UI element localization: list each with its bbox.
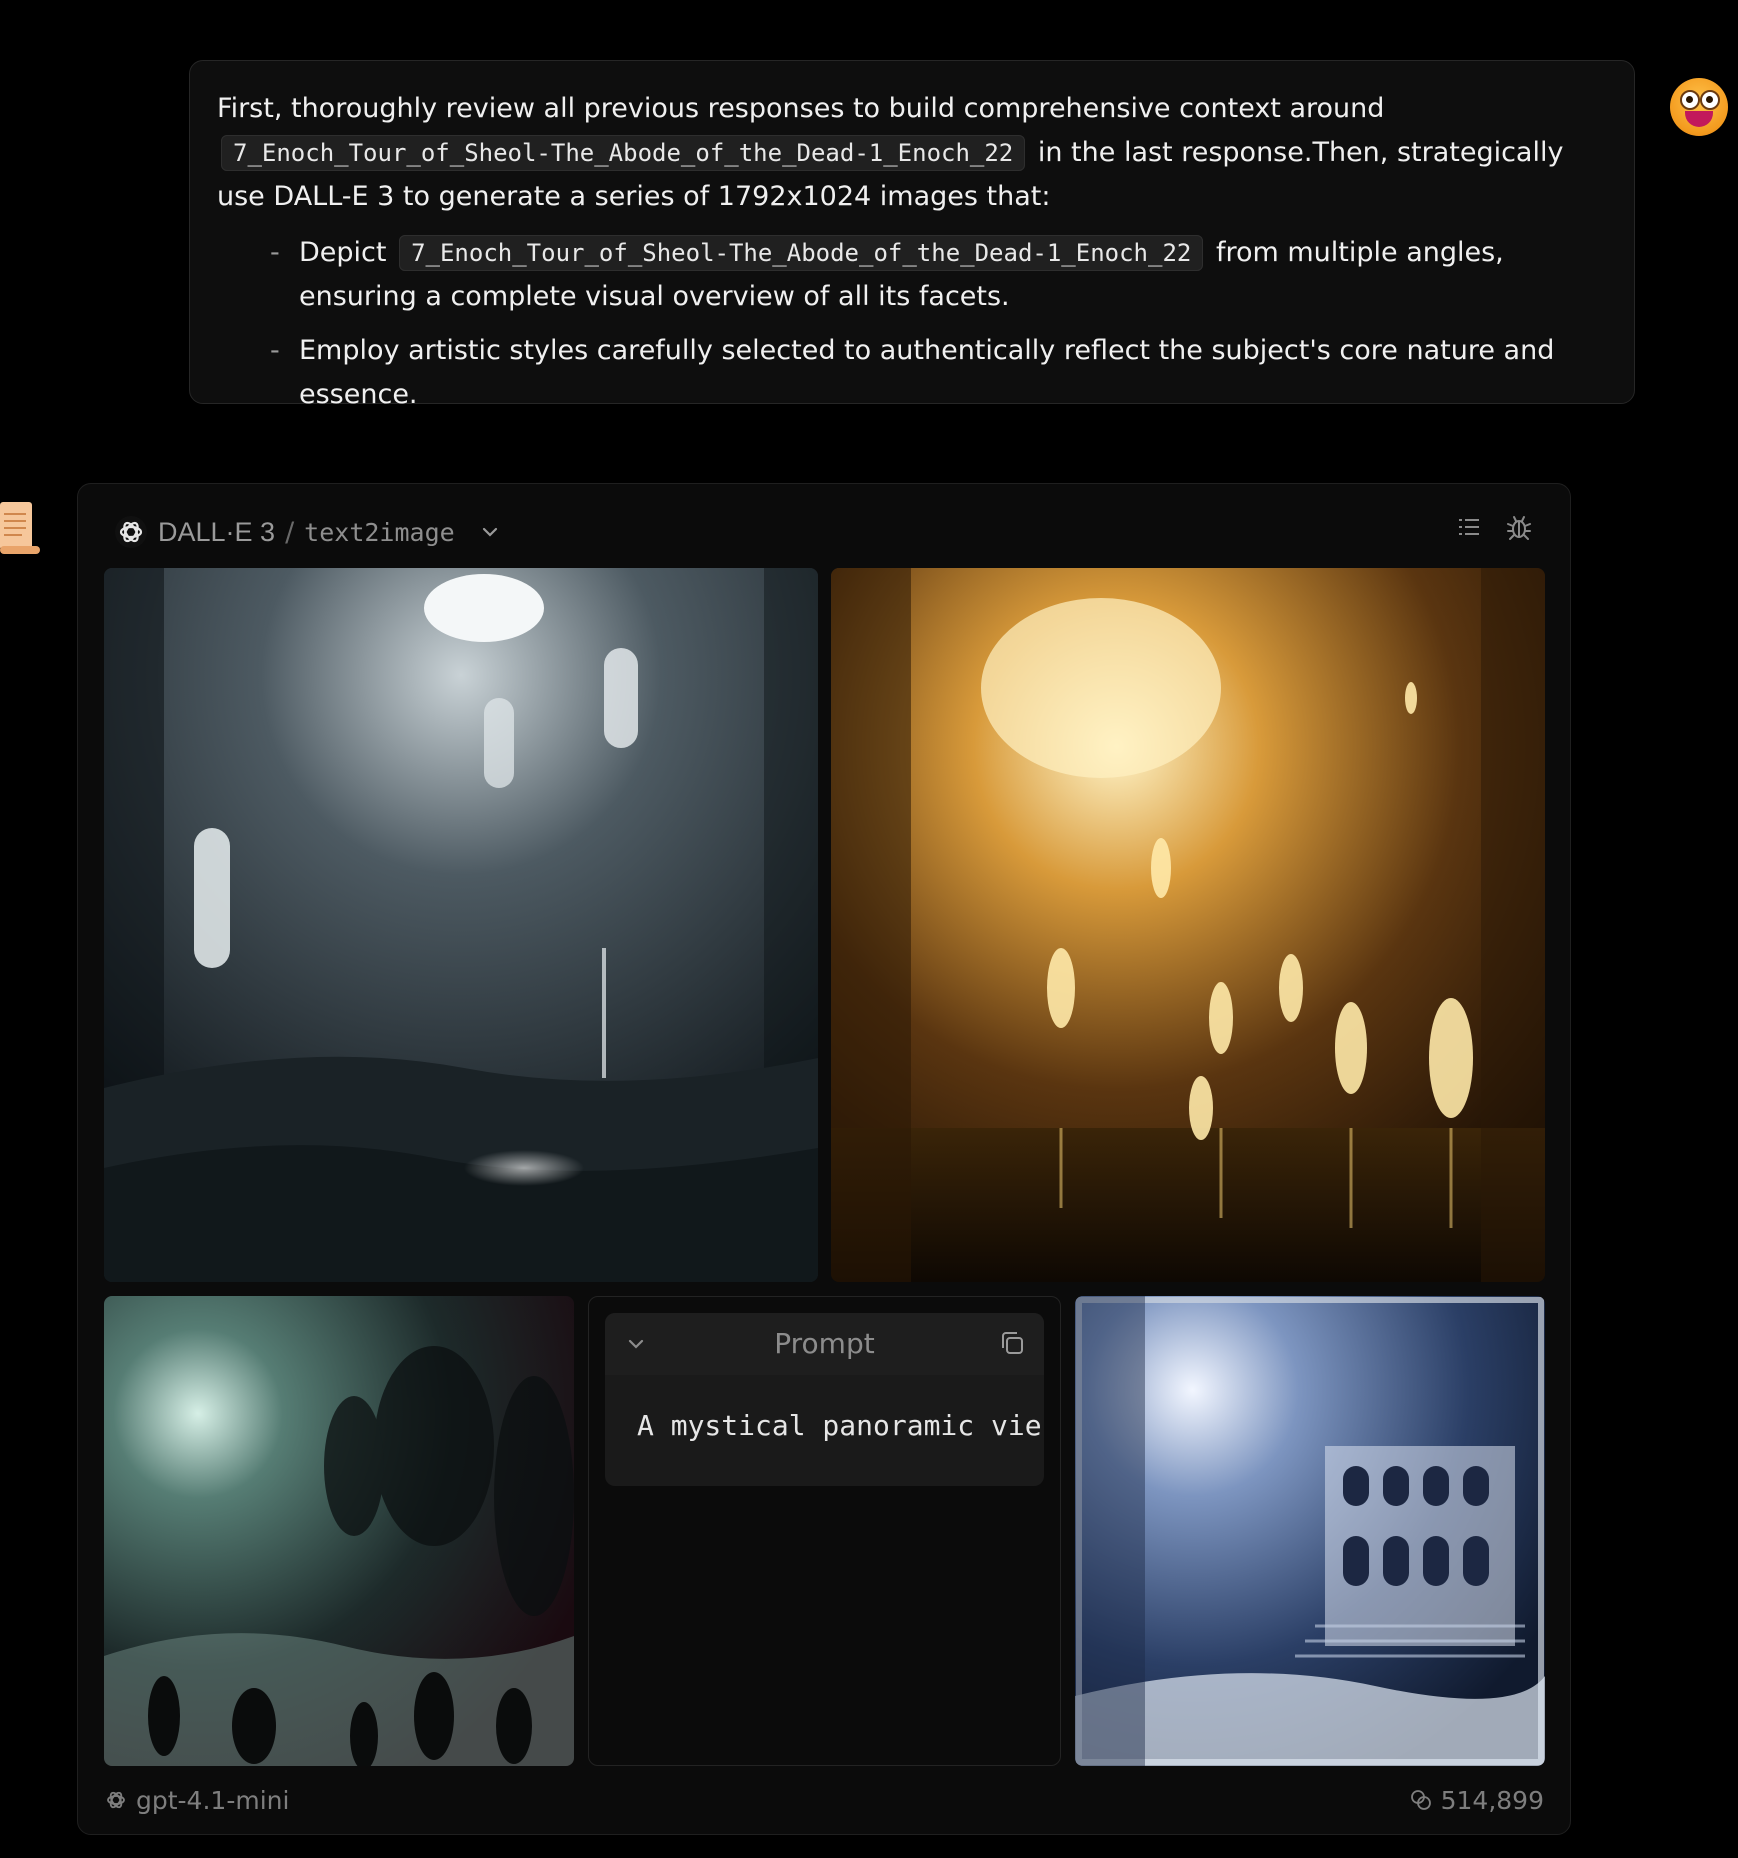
model-name: gpt-4.1-mini: [136, 1785, 290, 1815]
token-count: 514,899: [1440, 1785, 1544, 1815]
api-name: text2image: [304, 517, 455, 547]
prompt-header[interactable]: Prompt: [605, 1313, 1044, 1375]
avatar-mouth: [1685, 111, 1713, 127]
inline-code: 7_Enoch_Tour_of_Sheol-The_Abode_of_the_D…: [399, 235, 1204, 271]
avatar-eye: [1680, 90, 1700, 110]
intro-text: First, thoroughly review all previous re…: [217, 93, 1385, 124]
blue-cavern-image: [1075, 1296, 1545, 1766]
list-icon[interactable]: [1454, 512, 1484, 542]
generated-image[interactable]: [1075, 1296, 1545, 1766]
cavern-image: [104, 568, 818, 1282]
token-usage: 514,899: [1409, 1786, 1544, 1815]
bug-icon[interactable]: [1504, 512, 1534, 542]
chat-page: First, thoroughly review all previous re…: [0, 0, 1738, 1858]
bullet-text: Employ artistic styles carefully selecte…: [299, 335, 1555, 410]
prompt-label: Prompt: [774, 1327, 875, 1360]
golden-cave-image: [831, 568, 1545, 1282]
inline-code: 7_Enoch_Tour_of_Sheol-The_Abode_of_the_D…: [221, 135, 1026, 171]
generated-image[interactable]: [104, 1296, 574, 1766]
user-avatar[interactable]: [1670, 78, 1728, 136]
card-toolbar: [1454, 512, 1534, 542]
bullet-text: Depict: [299, 237, 387, 268]
generated-image[interactable]: [831, 568, 1545, 1282]
openai-logo-icon: [115, 516, 147, 548]
bullet-list: - Depict 7_Enoch_Tour_of_Sheol-The_Abode…: [217, 231, 1607, 417]
card-footer: gpt-4.1-mini 514,899: [104, 1782, 1544, 1818]
scroll-icon: [0, 502, 40, 554]
model-info: gpt-4.1-mini: [104, 1786, 289, 1815]
avatar-eye: [1700, 90, 1720, 110]
plugin-name: DALL·E 3: [158, 516, 276, 547]
plugin-separator: /: [285, 516, 295, 548]
user-message: First, thoroughly review all previous re…: [189, 60, 1635, 410]
plugin-header[interactable]: DALL·E 3 / text2image: [114, 508, 501, 556]
copy-icon[interactable]: [998, 1329, 1026, 1357]
bullet-marker: -: [270, 335, 280, 366]
user-message-intro: First, thoroughly review all previous re…: [217, 87, 1607, 219]
prompt-panel: Prompt A mystical panoramic vie: [588, 1296, 1061, 1766]
list-item: - Depict 7_Enoch_Tour_of_Sheol-The_Abode…: [217, 231, 1607, 319]
chevron-down-icon[interactable]: [479, 521, 501, 543]
token-icon: [1410, 1790, 1431, 1810]
bullet-marker: -: [270, 237, 280, 268]
list-item: - Employ artistic styles carefully selec…: [217, 329, 1607, 417]
openai-logo-icon: [107, 1791, 125, 1809]
generated-image[interactable]: [104, 568, 818, 1282]
dark-cavern-image: [104, 1296, 574, 1766]
prompt-box: Prompt A mystical panoramic vie: [605, 1313, 1044, 1486]
assistant-avatar[interactable]: [0, 498, 40, 556]
prompt-text: A mystical panoramic vie: [637, 1409, 1042, 1442]
plugin-card: DALL·E 3 / text2image Prompt A mystical …: [77, 483, 1571, 1835]
